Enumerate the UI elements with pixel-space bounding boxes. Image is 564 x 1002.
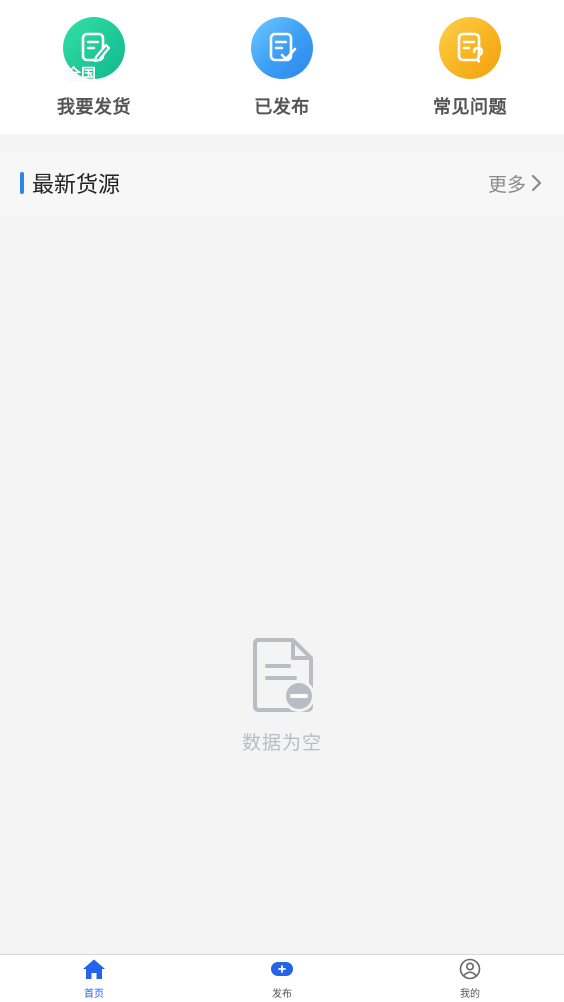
bottom-nav: 首页 发布 我的 (0, 954, 564, 1002)
nav-item-profile[interactable]: 我的 (410, 958, 530, 1000)
nav-label: 发布 (272, 988, 292, 1000)
publish-icon (270, 958, 294, 984)
more-link[interactable]: 更多 (488, 170, 542, 197)
home-icon (82, 958, 106, 984)
more-label: 更多 (487, 173, 526, 196)
title-accent-bar (20, 172, 24, 194)
nav-item-publish[interactable]: 发布 (222, 958, 342, 1000)
quick-action-label: 已发布 (254, 97, 310, 118)
checked-document-icon (251, 17, 313, 79)
latest-cargo-header: 最新货源 更多 (0, 151, 564, 215)
section-title: 最新货源 (32, 173, 121, 198)
nav-label: 首页 (84, 988, 104, 1000)
quick-action-label: 我要发货 (57, 97, 131, 118)
nav-item-home[interactable]: 首页 (34, 958, 154, 1000)
quick-action-label: 常见问题 (433, 97, 507, 118)
quick-action-published[interactable]: 已发布 (221, 17, 343, 134)
edit-document-icon: 全国 (63, 17, 125, 83)
quick-action-panel: 全国 我要发货 已发布 常见问题 (0, 0, 564, 134)
nationwide-tag: 全国 (66, 65, 97, 83)
app-root: 全国 我要发货 已发布 常见问题 最新货源 更多 数据为空 首页 发布 我的 (0, 0, 564, 1002)
question-document-icon (439, 17, 501, 79)
chevron-right-icon (531, 174, 542, 192)
nav-label: 我的 (460, 988, 480, 1000)
quick-action-ship[interactable]: 全国 我要发货 (33, 17, 155, 134)
empty-state-text: 数据为空 (241, 732, 322, 754)
section-title-wrap: 最新货源 (20, 167, 120, 199)
empty-state: 数据为空 (0, 636, 564, 755)
empty-document-icon (249, 636, 315, 718)
profile-icon (458, 958, 482, 984)
quick-action-faq[interactable]: 常见问题 (409, 17, 531, 134)
